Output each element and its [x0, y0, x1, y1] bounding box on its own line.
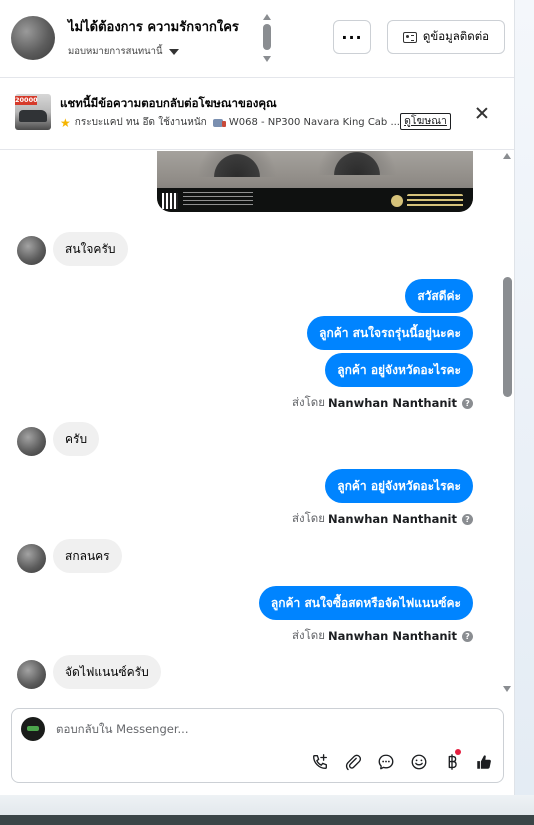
scroll-up-arrow-icon[interactable]: [503, 153, 511, 159]
view-contact-label: ดูข้อมูลติดต่อ: [422, 29, 490, 43]
contact-avatar[interactable]: [11, 16, 55, 60]
message-incoming: ครับ: [53, 422, 100, 456]
sent-by-prefix: ส่งโดย: [291, 628, 326, 642]
ad-thumbnail-price-tag: 20000: [15, 96, 38, 105]
like-button[interactable]: [473, 751, 495, 773]
sent-by-label: ส่งโดย Nanwhan Nanthanit ?: [292, 510, 473, 528]
conversation-panel: ไม่ได้ต้องการ ความรักจากใคร มอบหมายการสน…: [0, 0, 514, 795]
phone-plus-icon: [313, 754, 327, 769]
message-outgoing: ลูกค้า อยู่จังหวัดอะไรคะ: [325, 469, 473, 503]
paperclip-icon: [345, 754, 362, 771]
view-ad-link[interactable]: ดูโฆษณา: [400, 113, 451, 130]
image-footer-strip: [157, 188, 473, 212]
scroll-down-arrow-icon[interactable]: [503, 686, 511, 692]
close-icon[interactable]: [472, 103, 492, 123]
smiley-icon: [411, 754, 427, 770]
ad-thumbnail[interactable]: 20000: [15, 94, 51, 130]
sent-by-sender: Nanwhan Nanthanit: [328, 512, 457, 526]
taskbar-edge: [0, 815, 534, 825]
scroll-thumb[interactable]: [263, 24, 271, 50]
ad-banner-title: แชทนี้มีข้อความตอบกลับต่อโฆษณาของคุณ: [60, 96, 277, 110]
page-avatar: [21, 717, 45, 741]
avatar: [17, 236, 46, 265]
message-incoming: จัดไฟแนนซ์ครับ: [53, 655, 161, 689]
image-wheel: [197, 151, 277, 177]
ad-reply-banner: 20000 แชทนี้มีข้อความตอบกลับต่อโฆษณาของค…: [0, 78, 514, 150]
sent-by-prefix: ส่งโดย: [291, 395, 326, 409]
message-outgoing: ลูกค้า สนใจรถรุ่นนี้อยู่นะคะ: [307, 316, 473, 350]
emoji-button[interactable]: [408, 751, 430, 773]
caret-down-icon: [168, 48, 179, 55]
thumbs-up-icon: [477, 755, 491, 769]
ad-description-part2: W068 - NP300 Navara King Cab ...: [228, 117, 400, 128]
image-wheel: [317, 151, 397, 175]
scroll-up-arrow-icon[interactable]: [263, 14, 271, 20]
message-outgoing: ลูกค้า สนใจซื้อสดหรือจัดไฟแนนซ์คะ: [258, 586, 473, 620]
avatar: [17, 660, 46, 689]
help-icon[interactable]: ?: [462, 630, 473, 642]
background-strip-right: [514, 0, 534, 795]
reply-input[interactable]: [56, 718, 356, 740]
sent-by-sender: Nanwhan Nanthanit: [328, 396, 457, 410]
header-name-scrollbar[interactable]: [262, 14, 272, 62]
saved-reply-button[interactable]: [375, 751, 397, 773]
message-incoming: สนใจครับ: [53, 232, 128, 266]
ad-description: ★ กระบะแคป ทน อึด ใช้งานหนัก W068 - NP30…: [60, 115, 400, 130]
call-button[interactable]: [309, 751, 331, 773]
help-icon[interactable]: ?: [462, 513, 473, 525]
message-thread-scrollbar[interactable]: [503, 277, 512, 397]
more-options-button[interactable]: ···: [333, 20, 371, 54]
sent-by-label: ส่งโดย Nanwhan Nanthanit ?: [292, 627, 473, 645]
assign-conversation-dropdown[interactable]: มอบหมายการสนทนานี้: [68, 44, 179, 59]
image-footer-text: [183, 192, 253, 208]
assign-conversation-label: มอบหมายการสนทนานี้: [68, 46, 163, 57]
sent-by-prefix: ส่งโดย: [291, 511, 326, 525]
chat-bubble-icon: [378, 754, 394, 770]
truck-image: [19, 110, 47, 122]
message-incoming: สกลนคร: [53, 539, 122, 573]
sent-by-sender: Nanwhan Nanthanit: [328, 629, 457, 643]
help-icon[interactable]: ?: [462, 397, 473, 409]
ad-description-part1: กระบะแคป ทน อึด ใช้งานหนัก: [74, 117, 207, 128]
dealer-logo-text: [407, 194, 463, 208]
notification-dot: [455, 749, 461, 755]
message-thread[interactable]: สนใจครับ สวัสดีค่ะ ลูกค้า สนใจรถรุ่นนี้อ…: [0, 151, 514, 696]
message-outgoing: สวัสดีค่ะ: [405, 279, 473, 313]
dealer-logo-icon: [391, 195, 403, 207]
reply-composer: [11, 708, 504, 783]
view-contact-button[interactable]: ดูข้อมูลติดต่อ: [387, 20, 505, 54]
contact-name[interactable]: ไม่ได้ต้องการ ความรักจากใคร: [68, 16, 239, 37]
avatar: [17, 427, 46, 456]
sent-by-label: ส่งโดย Nanwhan Nanthanit ?: [292, 394, 473, 412]
contact-card-icon: [402, 31, 417, 43]
star-icon: ★: [60, 115, 71, 130]
pickup-truck-icon: [212, 118, 226, 127]
message-outgoing: ลูกค้า อยู่จังหวัดอะไรคะ: [325, 353, 473, 387]
scroll-down-arrow-icon[interactable]: [263, 56, 271, 62]
qr-code-icon: [162, 193, 178, 209]
conversation-header: ไม่ได้ต้องการ ความรักจากใคร มอบหมายการสน…: [0, 0, 514, 78]
baht-icon: [448, 754, 457, 770]
attach-button[interactable]: [342, 751, 364, 773]
ad-image-attachment[interactable]: [157, 151, 473, 212]
avatar: [17, 544, 46, 573]
